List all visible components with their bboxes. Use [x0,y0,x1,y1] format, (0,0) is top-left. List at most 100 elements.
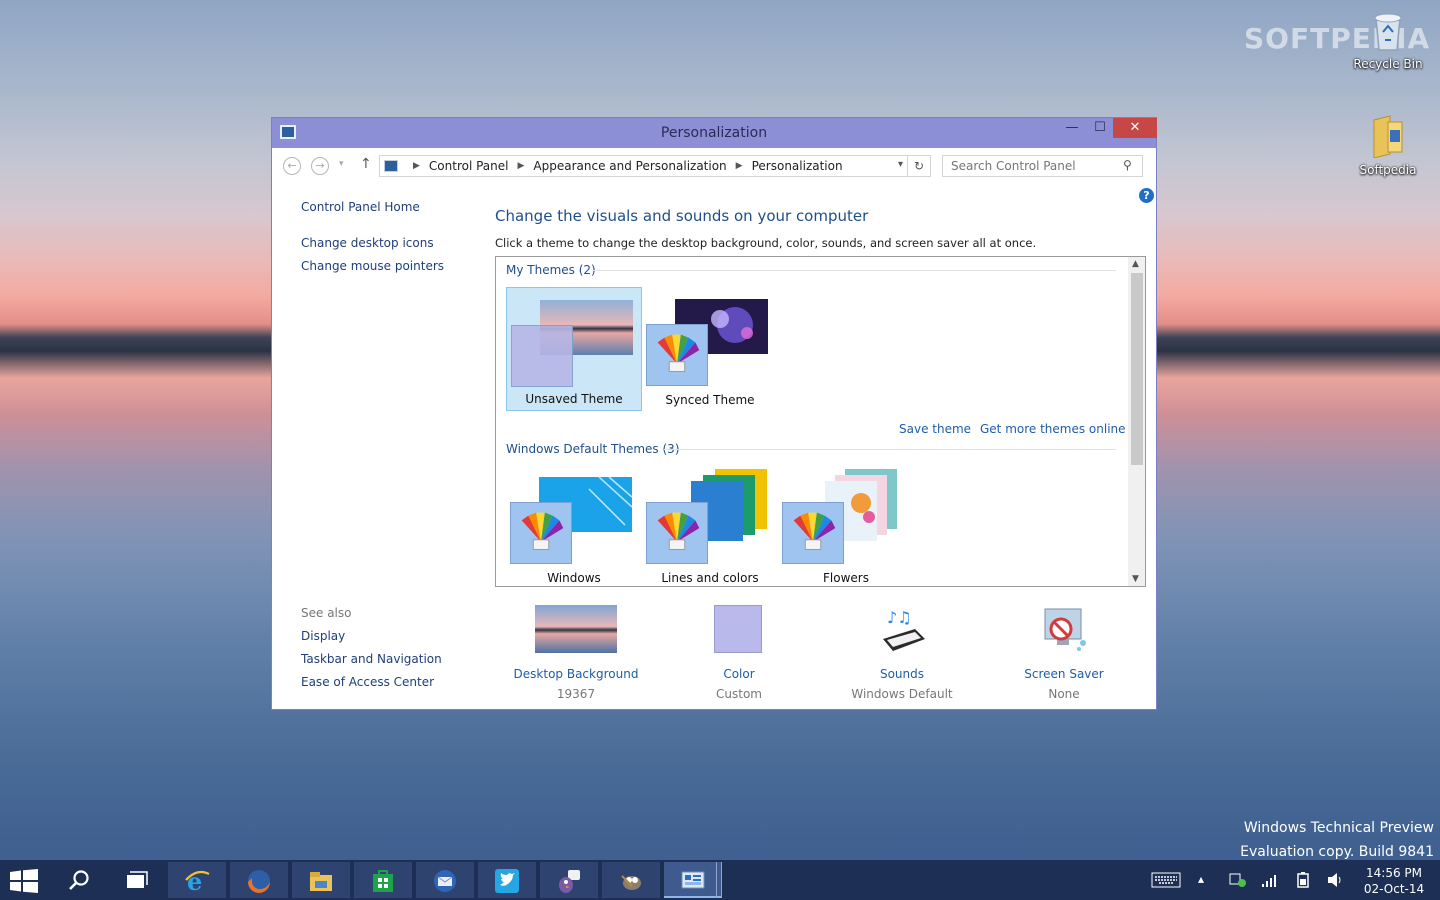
sounds-keyboard-icon: ♪♫ [883,608,925,651]
touch-keyboard-icon[interactable] [1151,872,1181,888]
theme-tile-windows[interactable]: Windows [506,465,642,586]
search-icon[interactable]: ⚲ [1123,158,1132,172]
scroll-down-icon[interactable]: ▼ [1132,574,1139,584]
desktop-background-option[interactable]: Desktop Background 19367 [501,605,651,705]
close-button[interactable]: ✕ [1113,118,1157,138]
default-themes-label: Windows Default Themes (3) [506,442,680,456]
minimize-button[interactable]: — [1058,118,1086,138]
pidgin-icon [559,870,580,893]
change-desktop-icons-link[interactable]: Change desktop icons [301,236,434,250]
forward-button[interactable]: → [311,157,329,175]
clock-date: 02-Oct-14 [1363,882,1425,896]
theme-tile-unsaved[interactable]: Unsaved Theme [506,287,642,411]
volume-speaker-icon[interactable] [1326,872,1344,888]
taskbar-clock[interactable]: 14:56 PM 02-Oct-14 [1354,865,1434,897]
battery-power-icon[interactable] [1294,871,1312,889]
control-panel-icon [384,160,398,172]
control-panel-home-link[interactable]: Control Panel Home [301,200,420,214]
twitter-icon [495,869,519,893]
taskbar-gimp[interactable] [602,862,660,898]
page-subtext: Click a theme to change the desktop back… [495,236,1037,250]
display-link[interactable]: Display [301,629,345,643]
theme-tile-flowers[interactable]: Flowers [778,465,914,586]
search-input[interactable] [942,155,1143,177]
control-panel-icon [681,871,705,889]
refresh-icon[interactable]: ↻ [907,156,930,176]
theme-label: Synced Theme [665,393,755,407]
address-chevron-down-icon[interactable]: ▾ [898,159,903,170]
build-line: Windows Technical Preview [1243,820,1434,836]
theme-tile-lines-and-colors[interactable]: Lines and colors [642,465,778,586]
taskbar-internet-explorer[interactable]: e [168,862,226,898]
taskbar-navigation-link[interactable]: Taskbar and Navigation [301,652,442,666]
chevron-right-icon[interactable]: ▶ [736,161,743,171]
theme-label: Windows [547,571,601,585]
screen-saver-icon [1044,608,1086,651]
start-button[interactable] [10,869,38,893]
folder-icon [1373,115,1403,159]
search-icon[interactable] [68,869,90,891]
color-palette-icon [782,502,844,564]
my-themes-label: My Themes (2) [506,263,596,277]
desktop-icon-softpedia[interactable]: Softpedia [1346,114,1430,177]
option-value: 19367 [556,687,596,701]
taskbar-thunderbird[interactable] [416,862,474,898]
desktop-icon-recycle-bin[interactable]: Recycle Bin [1346,8,1430,71]
up-arrow-icon[interactable]: ↑ [360,156,372,172]
taskbar-divider [716,862,722,898]
help-icon[interactable]: ? [1139,188,1154,203]
get-more-themes-link[interactable]: Get more themes online [980,422,1126,436]
recent-locations-chevron-down-icon[interactable]: ▾ [339,159,344,169]
network-signal-icon[interactable] [1261,872,1279,888]
option-title: Color [723,667,755,681]
color-option[interactable]: Color Custom [664,605,814,705]
thunderbird-icon [434,870,456,892]
option-title: Sounds [879,667,925,681]
gimp-icon [621,875,641,890]
desktop-background-icon [535,605,617,653]
theme-label: Lines and colors [661,571,759,585]
color-palette-icon [646,324,708,386]
maximize-button[interactable]: ☐ [1086,118,1114,138]
gallery-scrollbar[interactable]: ▲ ▼ [1128,257,1145,586]
file-explorer-icon [310,872,332,891]
taskbar-store[interactable] [354,862,412,898]
title-bar[interactable]: Personalization — ☐ ✕ [272,118,1157,148]
breadcrumb-appearance[interactable]: Appearance and Personalization [533,159,726,173]
breadcrumb-control-panel[interactable]: Control Panel [429,159,509,173]
scrollbar-thumb[interactable] [1131,273,1143,465]
taskbar: e ▴ 14:56 PM 02-Oct-14 [0,860,1440,900]
scroll-up-icon[interactable]: ▲ [1132,259,1139,269]
address-bar[interactable]: ▶ Control Panel ▶ Appearance and Persona… [379,155,931,177]
chevron-right-icon[interactable]: ▶ [413,161,420,171]
window-title: Personalization [660,125,768,141]
taskbar-twitter[interactable] [478,862,536,898]
clock-time: 14:56 PM [1366,866,1422,880]
chevron-right-icon[interactable]: ▶ [518,161,525,171]
task-view-icon[interactable] [126,871,148,889]
color-palette-icon [510,502,572,564]
sounds-option[interactable]: ♪♫ Sounds Windows Default [827,605,977,705]
taskbar-firefox[interactable] [230,862,288,898]
svg-text:♪♫: ♪♫ [887,608,912,627]
theme-label: Unsaved Theme [525,392,623,406]
taskbar-control-panel[interactable] [664,862,722,898]
back-button[interactable]: ← [283,157,301,175]
option-value: Custom [716,687,762,701]
show-hidden-icons-chevron-up-icon[interactable]: ▴ [1198,872,1204,886]
taskbar-file-explorer[interactable] [292,862,350,898]
screen-saver-option[interactable]: Screen Saver None [989,605,1139,705]
breadcrumb-personalization[interactable]: Personalization [752,159,843,173]
action-center-icon[interactable] [1229,872,1247,888]
theme-tile-synced[interactable]: Synced Theme [642,287,778,411]
windows-logo-icon [10,869,38,893]
change-mouse-pointers-link[interactable]: Change mouse pointers [301,259,444,273]
taskbar-pidgin[interactable] [540,862,598,898]
internet-explorer-icon: e [185,868,210,894]
navigation-bar: ← → ▾ ↑ ▶ Control Panel ▶ Appearance and… [272,148,1156,184]
color-swatch [511,325,573,387]
ease-of-access-link[interactable]: Ease of Access Center [301,675,434,689]
firefox-icon [248,870,270,893]
save-theme-link[interactable]: Save theme [899,422,971,436]
theme-gallery: My Themes (2) Unsaved Theme Synced Theme… [495,256,1146,587]
